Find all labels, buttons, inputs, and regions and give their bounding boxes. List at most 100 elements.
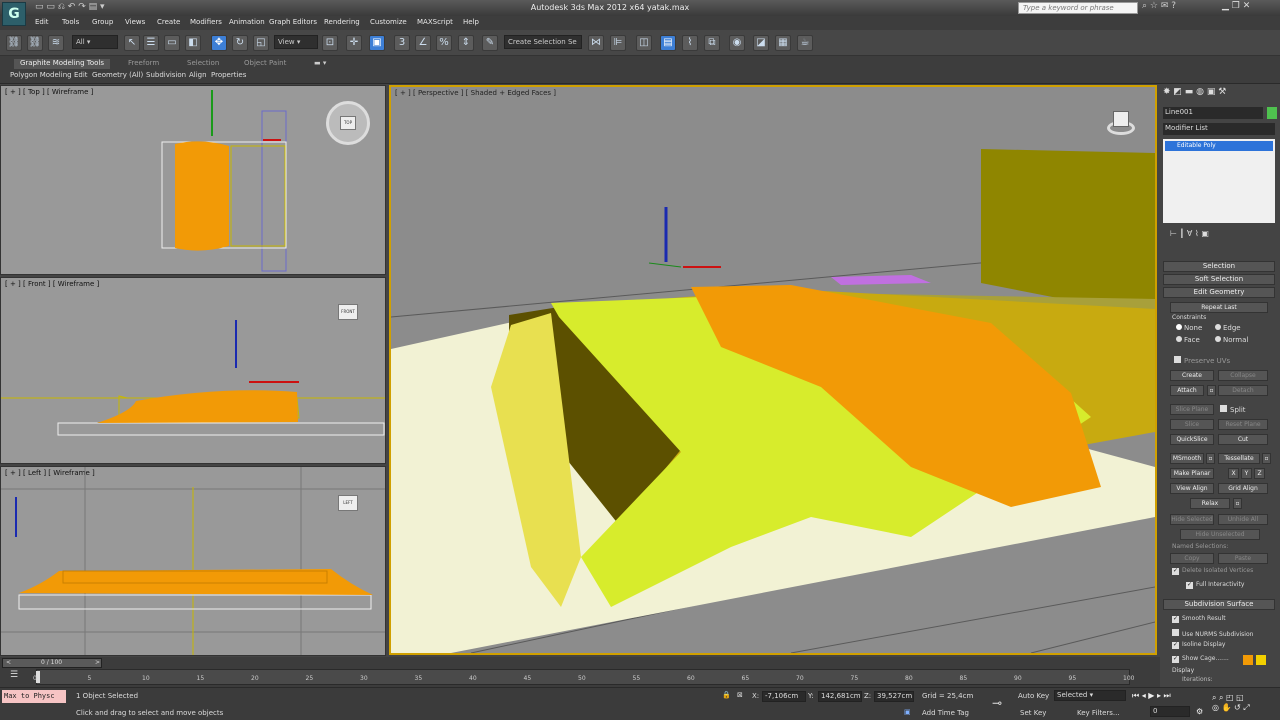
cage-color-swatch-1[interactable] bbox=[1243, 655, 1253, 665]
render-production-icon[interactable]: ☕ bbox=[797, 35, 813, 51]
render-setup-icon[interactable]: ◪ bbox=[753, 35, 769, 51]
edit-named-sets-icon[interactable]: ✎ bbox=[482, 35, 498, 51]
rect-selection-icon[interactable]: ▭ bbox=[164, 35, 180, 51]
window-crossing-icon[interactable]: ◧ bbox=[185, 35, 201, 51]
relax-settings-button[interactable]: ▫ bbox=[1233, 498, 1242, 509]
full-interactivity-checkbox[interactable]: ✓ Full Interactivity bbox=[1186, 581, 1280, 592]
paste-button[interactable]: Paste bbox=[1218, 553, 1268, 564]
quick-access-toolbar[interactable]: ▭ ▭ ⎌ ↶ ↷ ▤ ▾ bbox=[35, 2, 104, 12]
playback-controls[interactable]: ⏮ ◂ ▶ ▸ ⏭ bbox=[1132, 691, 1171, 701]
viewcube-box[interactable] bbox=[1113, 111, 1129, 127]
pivot-center-icon[interactable]: ⊡ bbox=[322, 35, 338, 51]
slice-plane-button[interactable]: Slice Plane bbox=[1170, 404, 1214, 415]
key-filters-button[interactable]: Key Filters... bbox=[1077, 709, 1120, 717]
material-editor-icon[interactable]: ◉ bbox=[729, 35, 745, 51]
time-slider[interactable]: < 0 / 100 > bbox=[2, 658, 102, 668]
menu-modifiers[interactable]: Modifiers bbox=[190, 18, 222, 26]
msmooth-button[interactable]: MSmooth bbox=[1170, 453, 1204, 464]
rollout-soft-selection[interactable]: Soft Selection bbox=[1163, 274, 1275, 285]
stack-tools[interactable]: ⊢ ┃ ∀ ⌇ ▣ bbox=[1170, 229, 1274, 238]
hide-unselected-button[interactable]: Hide Unselected bbox=[1180, 529, 1260, 540]
create-button[interactable]: Create bbox=[1170, 370, 1214, 381]
viewcube-top-face[interactable]: TOP bbox=[340, 116, 356, 130]
ribbon-geometry-all[interactable]: Geometry (All) bbox=[92, 71, 143, 79]
infocenter-icons[interactable]: ⌕ ☆ ✉ ? bbox=[1142, 1, 1176, 11]
viewcube-top[interactable]: TOP bbox=[326, 101, 370, 145]
copy-button[interactable]: Copy bbox=[1170, 553, 1214, 564]
ribbon-tab-freeform[interactable]: Freeform bbox=[128, 59, 159, 69]
layer-manager-icon[interactable]: ◫ bbox=[636, 35, 652, 51]
unhide-all-button[interactable]: Unhide All bbox=[1218, 514, 1268, 525]
constraint-normal[interactable]: Normal bbox=[1215, 336, 1265, 347]
maxscript-listener[interactable]: Max to Physc bbox=[2, 690, 66, 703]
smooth-result-checkbox[interactable]: ✓ Smooth Result bbox=[1172, 615, 1280, 626]
menu-animation[interactable]: Animation bbox=[229, 18, 265, 26]
hide-selected-button[interactable]: Hide Selected bbox=[1170, 514, 1214, 525]
auto-key-button[interactable]: Auto Key bbox=[1018, 692, 1049, 700]
viewport-left[interactable]: [ + ] [ Left ] [ Wireframe ] LEFT bbox=[0, 466, 386, 656]
reference-coord-dropdown[interactable]: View ▾ bbox=[274, 35, 318, 49]
schematic-view-icon[interactable]: ⧉ bbox=[704, 35, 720, 51]
ribbon-tab-selection[interactable]: Selection bbox=[187, 59, 219, 69]
attach-button[interactable]: Attach bbox=[1170, 385, 1204, 396]
time-slider-prev[interactable]: < bbox=[6, 659, 11, 666]
time-config-icon[interactable]: ⚙ bbox=[1196, 707, 1203, 716]
select-scale-icon[interactable]: ◱ bbox=[253, 35, 269, 51]
select-manipulate-icon[interactable]: ✛ bbox=[346, 35, 362, 51]
app-logo-icon[interactable]: G bbox=[2, 2, 26, 26]
viewport-front[interactable]: [ + ] [ Front ] [ Wireframe ] FRONT bbox=[0, 277, 386, 464]
graphite-toggle-icon[interactable]: ▤ bbox=[660, 35, 676, 51]
window-controls[interactable]: ▁ ❐ ✕ bbox=[1222, 1, 1250, 11]
menu-graph-editors[interactable]: Graph Editors bbox=[269, 18, 317, 26]
angle-snap-icon[interactable]: ∠ bbox=[415, 35, 431, 51]
make-planar-x-button[interactable]: X bbox=[1228, 468, 1239, 479]
menu-maxscript[interactable]: MAXScript bbox=[417, 18, 453, 26]
make-planar-z-button[interactable]: Z bbox=[1254, 468, 1265, 479]
snaps-toggle-icon[interactable]: 3 bbox=[394, 35, 410, 51]
ribbon-polygon-modeling[interactable]: Polygon Modeling bbox=[10, 71, 72, 79]
bind-spacewarp-icon[interactable]: ≋ bbox=[48, 35, 64, 51]
set-key-button[interactable]: Set Key bbox=[1020, 709, 1046, 717]
ribbon-subdivision[interactable]: Subdivision bbox=[146, 71, 186, 79]
repeat-last-button[interactable]: Repeat Last bbox=[1170, 302, 1268, 313]
relax-button[interactable]: Relax bbox=[1190, 498, 1230, 509]
make-planar-y-button[interactable]: Y bbox=[1241, 468, 1252, 479]
tessellate-button[interactable]: Tessellate bbox=[1218, 453, 1260, 464]
curve-editor-icon[interactable]: ⌇ bbox=[682, 35, 698, 51]
constraint-edge[interactable]: Edge bbox=[1215, 324, 1265, 335]
object-color-swatch[interactable] bbox=[1267, 107, 1277, 119]
current-frame-field[interactable]: 0 bbox=[1150, 706, 1190, 717]
modifier-list-dropdown[interactable]: Modifier List bbox=[1163, 123, 1275, 135]
search-input[interactable]: Type a keyword or phrase bbox=[1018, 2, 1138, 14]
named-selection-dropdown[interactable]: Create Selection Se bbox=[504, 35, 582, 49]
align-icon[interactable]: ⊫ bbox=[610, 35, 626, 51]
menu-group[interactable]: Group bbox=[92, 18, 113, 26]
viewport-top[interactable]: [ + ] [ Top ] [ Wireframe ] TOP bbox=[0, 85, 386, 275]
viewport-nav-controls[interactable]: ⌕ ⌕ ◰ ◱ ◎ ✋ ↺ ⤢ bbox=[1212, 693, 1250, 713]
menu-customize[interactable]: Customize bbox=[370, 18, 407, 26]
keyboard-shortcut-icon[interactable]: ▣ bbox=[369, 35, 385, 51]
lock-selection-icon[interactable]: 🔒 bbox=[722, 691, 731, 699]
cut-button[interactable]: Cut bbox=[1218, 434, 1268, 445]
attach-settings-button[interactable]: ▫ bbox=[1207, 385, 1216, 396]
ribbon-options-icon[interactable]: ▬ ▾ bbox=[314, 59, 326, 69]
select-rotate-icon[interactable]: ↻ bbox=[232, 35, 248, 51]
time-slider-next[interactable]: > bbox=[95, 659, 100, 666]
split-checkbox[interactable]: Split bbox=[1220, 405, 1270, 416]
use-nurms-checkbox[interactable]: Use NURMS Subdivision bbox=[1172, 629, 1280, 640]
spinner-snap-icon[interactable]: ⇕ bbox=[458, 35, 474, 51]
y-coord-field[interactable]: 142,681cm bbox=[818, 691, 862, 702]
viewcube-perspective[interactable] bbox=[1099, 111, 1145, 141]
menu-help[interactable]: Help bbox=[463, 18, 479, 26]
select-object-icon[interactable]: ↖ bbox=[124, 35, 140, 51]
make-planar-button[interactable]: Make Planar bbox=[1170, 468, 1214, 479]
stack-item-editable-poly[interactable]: Editable Poly bbox=[1165, 141, 1273, 151]
rollout-edit-geometry[interactable]: Edit Geometry bbox=[1163, 287, 1275, 298]
percent-snap-icon[interactable]: % bbox=[436, 35, 452, 51]
rollout-selection[interactable]: Selection bbox=[1163, 261, 1275, 272]
select-move-icon[interactable]: ✥ bbox=[211, 35, 227, 51]
transform-mode-icon[interactable]: ⊠ bbox=[737, 691, 743, 699]
x-coord-field[interactable]: -7,106cm bbox=[762, 691, 806, 702]
ribbon-properties[interactable]: Properties bbox=[211, 71, 246, 79]
slice-button[interactable]: Slice bbox=[1170, 419, 1214, 430]
